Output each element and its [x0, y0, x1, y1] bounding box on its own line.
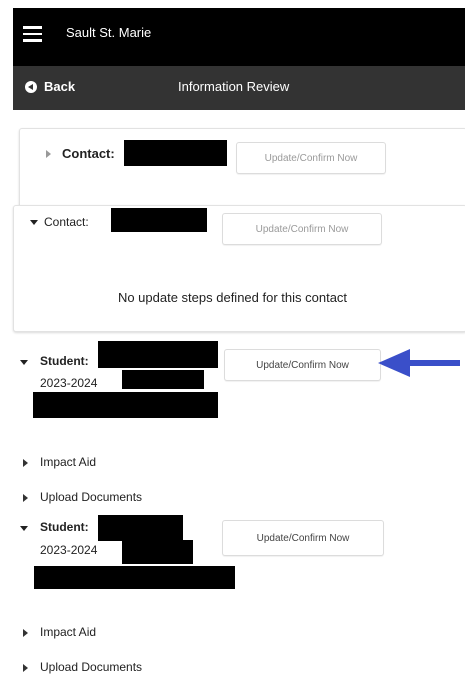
expand-caret-icon[interactable] [46, 150, 51, 158]
upload-documents-link[interactable]: Upload Documents [40, 660, 142, 674]
expand-caret-icon[interactable] [23, 494, 28, 502]
redacted-school-name [122, 540, 193, 564]
redacted-contact-name [124, 140, 227, 166]
collapse-caret-icon[interactable] [30, 220, 38, 225]
redacted-student-name [98, 341, 218, 368]
pointer-arrow-icon [378, 349, 460, 377]
school-year: 2023-2024 [40, 543, 98, 557]
impact-aid-link[interactable]: Impact Aid [40, 625, 96, 639]
school-year: 2023-2024 [40, 376, 98, 390]
update-confirm-contact-1-button[interactable]: Update/Confirm Now [236, 142, 386, 174]
page-title: Information Review [178, 79, 290, 94]
update-confirm-student-1-button[interactable]: Update/Confirm Now [224, 349, 381, 381]
collapse-caret-icon[interactable] [20, 526, 28, 531]
student-label: Student: [40, 354, 89, 368]
app-title: Sault St. Marie [66, 25, 152, 40]
back-arrow-icon[interactable] [25, 81, 37, 93]
redacted-student-info [34, 566, 235, 589]
contact-label: Contact: [62, 146, 115, 161]
collapse-caret-icon[interactable] [20, 360, 28, 365]
expand-caret-icon[interactable] [23, 629, 28, 637]
arrow-shaft [406, 360, 460, 366]
expand-caret-icon[interactable] [23, 459, 28, 467]
expand-caret-icon[interactable] [23, 664, 28, 672]
redacted-student-info [33, 392, 218, 418]
arrow-head [378, 349, 410, 377]
update-confirm-student-2-button[interactable]: Update/Confirm Now [222, 520, 384, 556]
redacted-school-name [122, 370, 204, 389]
impact-aid-link[interactable]: Impact Aid [40, 455, 96, 469]
upload-documents-link[interactable]: Upload Documents [40, 490, 142, 504]
back-button[interactable]: Back [44, 79, 75, 94]
contact-label: Contact: [44, 215, 89, 229]
update-confirm-contact-2-button[interactable]: Update/Confirm Now [222, 213, 382, 245]
no-update-steps-message: No update steps defined for this contact [117, 290, 348, 305]
student-label: Student: [40, 520, 89, 534]
redacted-student-name [98, 515, 183, 541]
hamburger-menu-icon[interactable] [23, 26, 42, 42]
redacted-contact-name [111, 208, 207, 232]
